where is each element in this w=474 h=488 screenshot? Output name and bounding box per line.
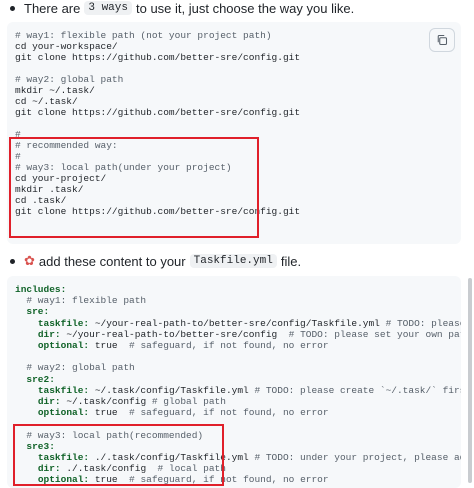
inline-code-ways: 3 ways — [84, 1, 132, 15]
bullet-add-prefix: add these content to your — [38, 253, 186, 269]
highlight-box-way3 — [13, 424, 224, 486]
bullet-dot — [10, 5, 15, 11]
highlight-box-recommended-way — [9, 137, 259, 238]
code-line: sre2: — [26, 373, 55, 385]
code-line: cd ~/.task/ — [15, 96, 78, 107]
code-line: optional: true # safeguard, if not found… — [37, 340, 329, 351]
bullet-add-content: ✿ add these content to your Taskfile.yml… — [10, 253, 301, 269]
code-line: dir: ~/your-real-path-to/better-sre/conf… — [37, 328, 461, 340]
code-line: includes: — [15, 284, 67, 295]
code-line: # way1: flexible path — [15, 295, 147, 307]
bullet-add-suffix: file. — [280, 253, 302, 269]
code-line: # way2: global path — [15, 362, 135, 374]
code-line: sre: — [26, 306, 50, 318]
copy-icon — [437, 34, 448, 46]
code-line: taskfile: ~/your-real-path-to/better-sre… — [37, 317, 461, 329]
code-line: # way1: flexible path (not your project … — [15, 30, 272, 41]
inline-code-taskfile: Taskfile.yml — [189, 254, 277, 268]
code-line: git clone https://github.com/better-sre/… — [15, 107, 301, 118]
code-line: optional: true # safeguard, if not found… — [37, 407, 329, 419]
bullet-intro: There are 3 ways to use it, just choose … — [10, 0, 354, 16]
code-line: mkdir ~/.task/ — [15, 85, 95, 96]
scrollbar[interactable] — [468, 278, 472, 483]
code-line: # way2: global path — [15, 74, 124, 85]
code-line: git clone https://github.com/better-sre/… — [15, 52, 301, 63]
bullet-dot — [10, 258, 15, 264]
bullet-intro-prefix: There are — [24, 0, 81, 16]
code-line: dir: ~/.task/config # global path — [37, 396, 226, 407]
code-line: taskfile: ~/.task/config/Taskfile.yml # … — [37, 384, 461, 396]
code-line: cd your-workspace/ — [15, 41, 118, 52]
sparkle-icon: ✿ — [24, 253, 35, 268]
copy-button[interactable] — [429, 28, 455, 52]
bullet-intro-suffix: to use it, just choose the way you like. — [135, 0, 355, 16]
